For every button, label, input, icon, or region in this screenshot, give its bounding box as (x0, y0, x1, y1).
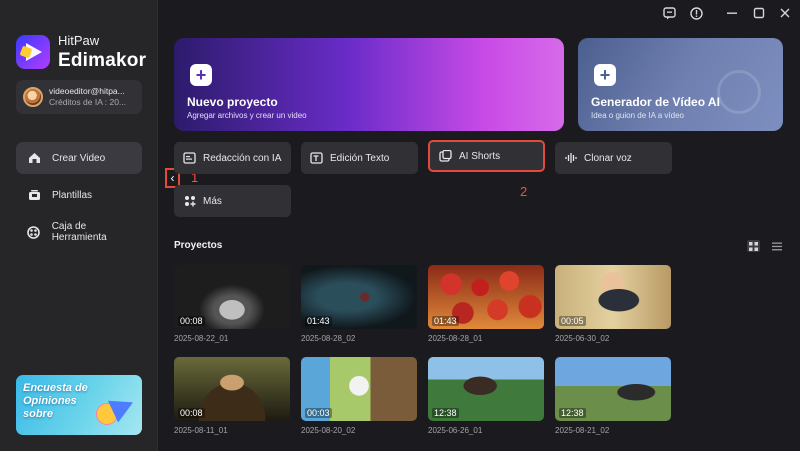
grid-view-icon[interactable] (747, 240, 760, 252)
toolbox-icon (27, 225, 41, 239)
ai-video-generator-card[interactable]: + Generador de Vídeo AI Idea o guion de … (578, 38, 783, 131)
text-edit-button[interactable]: Edición Texto (301, 142, 418, 174)
annotation-marker-2: 2 (520, 184, 528, 199)
close-icon[interactable] (777, 5, 793, 21)
tool-label: Clonar voz (584, 152, 632, 164)
minimize-icon[interactable] (724, 5, 740, 21)
duration-label: 00:08 (178, 408, 205, 418)
project-thumbnail: 01:43 (428, 265, 544, 329)
project-thumbnail: 00:05 (555, 265, 671, 329)
project-name: 2025-08-21_02 (555, 426, 610, 435)
new-project-card[interactable]: + Nuevo proyecto Agregar archivos y crea… (174, 38, 564, 131)
sidebar-item-label: Plantillas (52, 189, 93, 201)
project-card[interactable]: 12:38 2025-08-21_02 (555, 357, 671, 435)
project-card[interactable]: 01:43 2025-08-28_01 (428, 265, 544, 343)
avatar (23, 87, 43, 107)
brand: HitPaw Edimakor (16, 34, 146, 70)
text-edit-icon (310, 152, 323, 164)
ai-generator-title: Generador de Vídeo AI (591, 95, 720, 109)
voice-clone-button[interactable]: Clonar voz (555, 142, 672, 174)
ai-write-icon (183, 152, 196, 164)
sidebar: HitPaw Edimakor videoeditor@hitpa... Cré… (0, 0, 158, 451)
project-thumbnail: 00:08 (174, 357, 290, 421)
sidebar-item-label: Caja de Herramienta (51, 221, 107, 243)
maximize-icon[interactable] (751, 5, 767, 21)
project-thumbnail: 00:03 (301, 357, 417, 421)
sidebar-nav: Crear Video Plantillas Caja de Herramien… (16, 142, 142, 253)
project-name: 2025-06-26_01 (428, 426, 483, 435)
project-card[interactable]: 00:05 2025-06-30_02 (555, 265, 671, 343)
new-project-subtitle: Agregar archivos y crear un video (187, 111, 307, 120)
ai-shorts-icon (439, 150, 452, 162)
app-logo-icon (16, 35, 50, 69)
ai-writing-button[interactable]: Redacción con IA (174, 142, 291, 174)
project-name: 2025-08-28_02 (301, 334, 356, 343)
project-name: 2025-08-28_01 (428, 334, 483, 343)
account-card[interactable]: videoeditor@hitpa... Créditos de IA : 20… (16, 80, 142, 114)
feedback-icon[interactable] (661, 5, 677, 21)
project-name: 2025-08-11_01 (174, 426, 228, 435)
duration-label: 00:05 (559, 316, 586, 326)
sidebar-item-label: Crear Video (52, 152, 106, 164)
account-email: videoeditor@hitpa... (49, 86, 125, 96)
more-tools-button[interactable]: Más (174, 185, 291, 217)
ai-generator-subtitle: Idea o guion de IA a vídeo (591, 111, 684, 120)
project-thumbnail: 12:38 (428, 357, 544, 421)
project-card[interactable]: 00:08 2025-08-11_01 (174, 357, 290, 435)
project-thumbnail: 00:08 (174, 265, 290, 329)
voice-clone-icon (564, 152, 577, 164)
duration-label: 00:08 (178, 316, 205, 326)
project-card[interactable]: 00:08 2025-08-22_01 (174, 265, 290, 343)
plus-icon: + (190, 64, 212, 86)
project-card[interactable]: 00:03 2025-08-20_02 (301, 357, 417, 435)
duration-label: 12:38 (559, 408, 586, 418)
more-icon (183, 195, 196, 207)
play-decoration-icon (717, 70, 761, 114)
tool-label: Redacción con IA (203, 152, 282, 164)
project-card[interactable]: 01:43 2025-08-28_02 (301, 265, 417, 343)
project-thumbnail: 12:38 (555, 357, 671, 421)
tool-label: AI Shorts (459, 150, 501, 162)
project-thumbnail: 01:43 (301, 265, 417, 329)
duration-label: 12:38 (432, 408, 459, 418)
tool-label: Edición Texto (330, 152, 390, 164)
brand-name-line1: HitPaw (58, 33, 100, 48)
ai-shorts-button[interactable]: AI Shorts (428, 140, 545, 172)
list-view-icon[interactable] (770, 240, 783, 252)
account-credits: Créditos de IA : 20... (49, 97, 127, 107)
tool-label: Más (203, 195, 222, 207)
plus-icon: + (594, 64, 616, 86)
project-card[interactable]: 12:38 2025-06-26_01 (428, 357, 544, 435)
brand-name-line2: Edimakor (58, 50, 147, 71)
promo-text: Encuesta de Opiniones sobre (23, 382, 88, 420)
duration-label: 00:03 (305, 408, 332, 418)
new-project-title: Nuevo proyecto (187, 95, 278, 109)
sidebar-item-plantillas[interactable]: Plantillas (16, 179, 142, 211)
project-name: 2025-08-20_02 (301, 426, 356, 435)
info-icon[interactable] (688, 5, 704, 21)
sidebar-item-caja-de-herramienta[interactable]: Caja de Herramienta (16, 216, 142, 248)
survey-promo-banner[interactable]: Encuesta de Opiniones sobre (16, 375, 142, 435)
project-name: 2025-06-30_02 (555, 334, 610, 343)
duration-label: 01:43 (305, 316, 332, 326)
projects-heading: Proyectos (174, 240, 223, 251)
project-name: 2025-08-22_01 (174, 334, 229, 343)
duration-label: 01:43 (432, 316, 459, 326)
sidebar-item-crear-video[interactable]: Crear Video (16, 142, 142, 174)
template-icon (27, 189, 41, 202)
home-icon (27, 152, 41, 165)
